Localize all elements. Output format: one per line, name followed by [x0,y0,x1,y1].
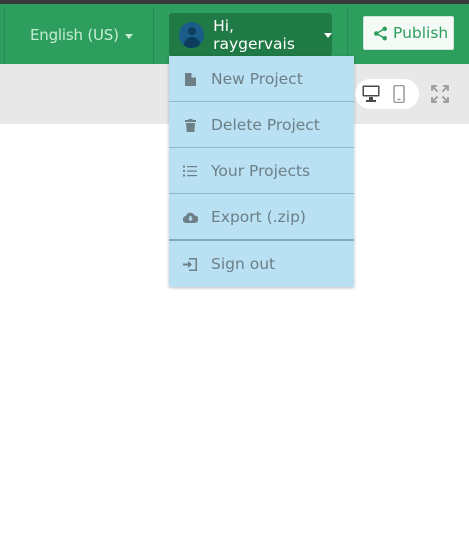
menu-item-your-projects[interactable]: Your Projects [169,148,354,194]
sign-out-icon [183,257,197,271]
language-label: English (US) [30,26,119,44]
chevron-down-icon [124,33,133,39]
expand-icon[interactable] [431,85,449,103]
publish-label: Publish [393,24,449,42]
navbar-divider [153,8,154,68]
menu-item-new-project[interactable]: New Project [169,56,354,102]
menu-item-sign-out[interactable]: Sign out [169,241,354,287]
list-icon [183,165,197,177]
language-dropdown[interactable]: English (US) [30,26,133,44]
menu-item-label: Your Projects [211,162,311,180]
menu-item-label: Sign out [211,255,276,273]
menu-item-label: Export (.zip) [211,208,306,226]
cloud-download-icon [182,212,198,223]
menu-item-delete-project[interactable]: Delete Project [169,102,354,148]
user-dropdown-menu: New Project Delete Project Your Projects [169,56,354,287]
menu-item-export-zip[interactable]: Export (.zip) [169,194,354,240]
menu-item-label: Delete Project [211,116,320,134]
file-icon [184,72,196,86]
desktop-icon[interactable] [362,85,380,102]
menu-item-label: New Project [211,70,303,88]
user-greeting: Hi, raygervais [213,16,295,53]
navbar-divider [4,8,5,68]
user-menu-button[interactable]: Hi, raygervais [169,13,332,56]
publish-button[interactable]: Publish [363,16,454,50]
share-icon [374,26,387,40]
chevron-down-icon [324,33,332,38]
avatar [179,21,205,48]
trash-icon [184,118,196,132]
mobile-icon[interactable] [393,85,405,103]
